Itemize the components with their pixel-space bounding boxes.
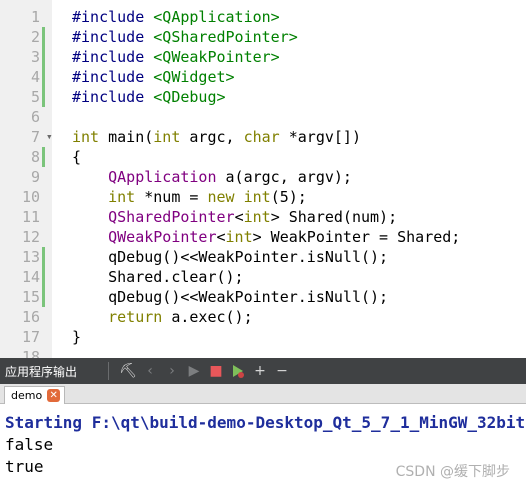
change-marker [42,147,45,167]
change-marker [42,207,45,227]
next-icon[interactable]: › [161,360,183,382]
tab-demo[interactable]: demo ✕ [4,386,66,404]
code-text: QWeakPointer<int> WeakPointer = Shared; [108,228,461,246]
code-text: } [72,328,82,346]
code-text: int *num = new int(5); [108,188,307,206]
previous-icon[interactable]: ‹ [139,360,161,382]
code-line[interactable]: 18 [0,347,526,358]
line-number: 10 [21,188,40,206]
run-icon[interactable]: ▶ [183,360,205,382]
code-text: return a.exec(); [108,308,253,326]
line-number: 14 [21,268,40,286]
line-number: 1 [30,8,40,26]
code-line[interactable]: 16 return a.exec(); [0,307,526,327]
code-line[interactable]: 17} [0,327,526,347]
line-number: 17 [21,328,40,346]
line-number: 18 [21,348,40,358]
code-text: { [72,148,82,166]
line-number: 2 [30,28,40,46]
change-marker [42,227,45,247]
code-text: QApplication a(argc, argv); [108,168,352,186]
code-text: #include <QSharedPointer> [72,28,298,46]
change-marker [42,187,45,207]
code-line[interactable]: 1 #include <QApplication> [0,7,526,27]
code-text: #include <QDebug> [72,88,226,106]
code-line[interactable]: 14 Shared.clear(); [0,267,526,287]
code-line[interactable]: 11 QSharedPointer<int> Shared(num); [0,207,526,227]
code-line[interactable]: 4 #include <QWidget> [0,67,526,87]
change-marker [42,127,45,147]
fold-arrow-icon[interactable]: ▾ [46,127,53,147]
debug-run-icon[interactable] [227,360,249,382]
line-number: 12 [21,228,40,246]
change-marker [42,267,45,287]
code-text: Shared.clear(); [72,268,244,286]
line-number: 9 [30,168,40,186]
start-message: Starting F:\qt\build-demo-Desktop_Qt_5_7… [5,413,526,432]
zoom-in-icon[interactable]: + [249,360,271,382]
change-marker [42,287,45,307]
line-number: 15 [21,288,40,306]
change-marker [42,47,45,67]
line-number: 13 [21,248,40,266]
change-marker [42,167,45,187]
change-marker [42,307,45,327]
code-editor[interactable]: 1 #include <QApplication> 2 #include <QShar… [0,0,526,358]
code-line[interactable]: 12 QWeakPointer<int> WeakPointer = Share… [0,227,526,247]
code-line[interactable]: 5 #include <QDebug> [0,87,526,107]
code-line[interactable]: 7 ▾ int main(int argc, char *argv[]) [0,127,526,147]
code-line[interactable]: 15 qDebug()<<WeakPointer.isNull(); [0,287,526,307]
code-text: qDebug()<<WeakPointer.isNull(); [72,248,389,266]
output-pane-toolbar: 应用程序输出 ⛏ ‹ › ▶ ■ + − [0,358,526,384]
change-marker [42,327,45,347]
code-line[interactable]: 6 [0,107,526,127]
change-marker [42,67,45,87]
output-line: false [5,435,54,454]
line-number: 11 [21,208,40,226]
code-line[interactable]: 8{ [0,147,526,167]
line-number: 16 [21,308,40,326]
output-pane-title: 应用程序输出 [5,364,78,379]
attach-debugger-icon[interactable]: ⛏ [117,360,139,382]
code-text: QSharedPointer<int> Shared(num); [108,208,398,226]
line-number: 6 [30,108,40,126]
line-number: 8 [30,148,40,166]
watermark: CSDN @缓下脚步 [395,464,510,480]
line-number: 7 [30,128,40,146]
line-number: 5 [30,88,40,106]
code-line[interactable]: 3 #include <QWeakPointer> [0,47,526,67]
code-text: #include <QWeakPointer> [72,48,280,66]
stop-icon[interactable]: ■ [205,360,227,382]
close-icon[interactable]: ✕ [47,389,61,402]
output-tab-bar: demo ✕ [0,384,526,404]
code-text: int main(int argc, char *argv[]) [72,128,361,146]
change-marker [42,87,45,107]
line-number: 4 [30,68,40,86]
code-line[interactable]: 2 #include <QSharedPointer> [0,27,526,47]
change-marker [42,107,45,127]
code-text: #include <QWidget> [72,68,235,86]
application-output: Starting F:\qt\build-demo-Desktop_Qt_5_7… [0,405,526,491]
zoom-out-icon[interactable]: − [271,360,293,382]
toolbar-divider [108,362,109,380]
change-marker [42,247,45,267]
code-line[interactable]: 9 QApplication a(argc, argv); [0,167,526,187]
change-marker [42,347,45,358]
code-text: #include <QApplication> [72,8,280,26]
line-number: 3 [30,48,40,66]
change-marker [42,7,45,27]
code-line[interactable]: 10 int *num = new int(5); [0,187,526,207]
code-text: qDebug()<<WeakPointer.isNull(); [72,288,389,306]
output-line: true [5,457,44,476]
code-line[interactable]: 13 qDebug()<<WeakPointer.isNull(); [0,247,526,267]
change-marker [42,27,45,47]
tab-label: demo [11,389,43,402]
